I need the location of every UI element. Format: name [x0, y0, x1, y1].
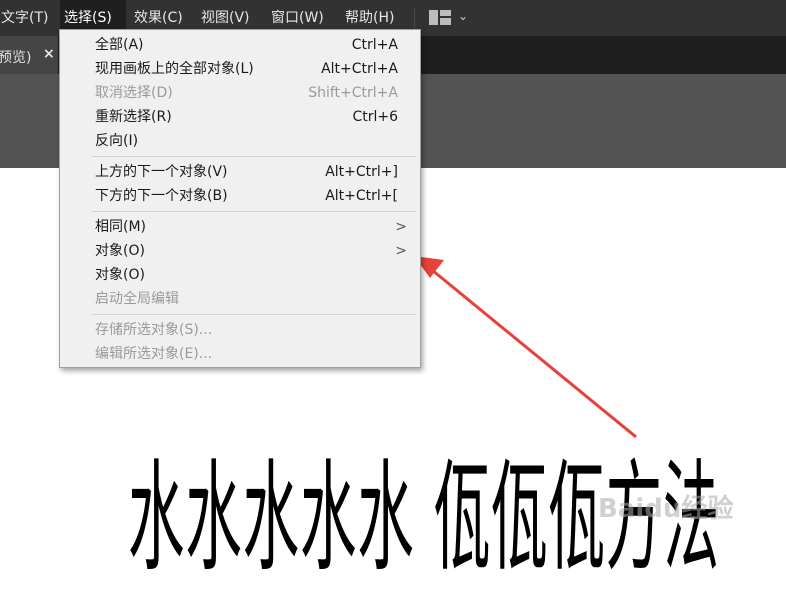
menu-item-label: 重新选择(R) [95, 109, 172, 125]
menu-item-label: 全部(A) [95, 37, 144, 53]
menu-separator [92, 314, 416, 315]
select-menu-dropdown: 全部(A) Ctrl+A 现用画板上的全部对象(L) Alt+Ctrl+A 取消… [59, 29, 421, 368]
menu-separator [92, 211, 416, 212]
menu-item-inverse[interactable]: 反向(I) [60, 129, 420, 153]
submenu-arrow-icon: > [395, 243, 407, 259]
menu-item-label: 下方的下一个对象(B) [95, 188, 228, 204]
menu-item-next-object-below[interactable]: 下方的下一个对象(B) Alt+Ctrl+[ [60, 184, 420, 208]
menu-item-save-selection[interactable]: 存储所选对象(S)... [60, 318, 420, 342]
menu-item-edit-selection[interactable]: 编辑所选对象(E)... [60, 342, 420, 366]
menu-item-label: 启动全局编辑 [95, 291, 179, 307]
menu-item-object[interactable]: 对象(O) [60, 263, 420, 287]
menu-item-shortcut: Ctrl+A [351, 37, 398, 53]
menu-item-label: 反向(I) [95, 133, 139, 149]
menu-item-select-all[interactable]: 全部(A) Ctrl+A [60, 33, 420, 57]
menu-item-deselect[interactable]: 取消选择(D) Shift+Ctrl+A [60, 81, 420, 105]
menu-item-shortcut: Ctrl+6 [352, 109, 398, 125]
menu-item-global-edit[interactable]: 启动全局编辑 [60, 287, 420, 311]
menu-item-shortcut: Alt+Ctrl+] [325, 164, 398, 180]
submenu-arrow-icon: > [395, 219, 407, 235]
menu-item-object-submenu[interactable]: 对象(O) > [60, 239, 420, 263]
menu-item-same[interactable]: 相同(M) > [60, 215, 420, 239]
menu-item-label: 对象(O) [95, 267, 145, 283]
menu-item-next-object-above[interactable]: 上方的下一个对象(V) Alt+Ctrl+] [60, 160, 420, 184]
menu-item-label: 现用画板上的全部对象(L) [95, 61, 254, 77]
menu-item-label: 存储所选对象(S)... [95, 322, 213, 338]
menu-item-label: 相同(M) [95, 219, 147, 235]
menu-item-reselect[interactable]: 重新选择(R) Ctrl+6 [60, 105, 420, 129]
menu-item-shortcut: Alt+Ctrl+[ [325, 188, 398, 204]
menu-item-shortcut: Shift+Ctrl+A [308, 85, 398, 101]
menu-item-label: 上方的下一个对象(V) [95, 164, 228, 180]
menu-item-label: 编辑所选对象(E)... [95, 346, 213, 362]
menu-item-label: 取消选择(D) [95, 85, 173, 101]
menu-item-all-on-artboard[interactable]: 现用画板上的全部对象(L) Alt+Ctrl+A [60, 57, 420, 81]
menu-item-shortcut: Alt+Ctrl+A [321, 61, 398, 77]
menu-separator [92, 156, 416, 157]
menu-item-label: 对象(O) [95, 243, 145, 259]
